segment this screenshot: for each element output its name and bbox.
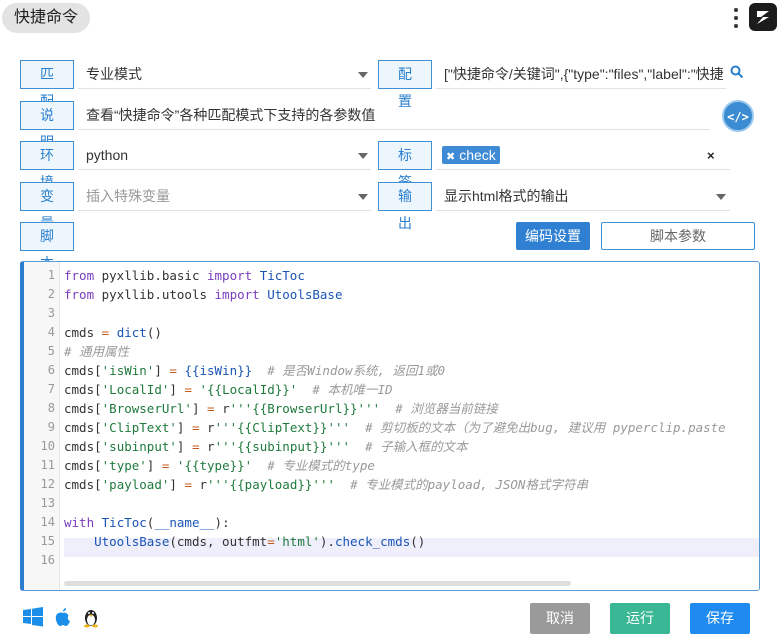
apple-icon[interactable] (52, 606, 74, 628)
line-number: 1 (47, 268, 55, 282)
tag-remove-icon[interactable]: ✖ (446, 151, 455, 163)
clear-tags-icon[interactable]: × (707, 148, 715, 163)
save-button[interactable]: 保存 (690, 603, 750, 634)
line-number: 10 (40, 439, 55, 453)
line-number: 11 (40, 458, 55, 472)
line-number: 9 (47, 420, 55, 434)
description-input[interactable]: 查看“快捷命令”各种匹配模式下支持的各参数值 (78, 101, 710, 130)
line-number: 5 (47, 344, 55, 358)
line-number: 15 (40, 534, 55, 548)
description-label: 说 明 (20, 101, 74, 150)
line-number: 2 (47, 287, 55, 301)
tag-chip-label: check (459, 147, 496, 163)
tags-label: 标 签 (378, 141, 432, 190)
code-line[interactable]: UtoolsBase(cmds, outfmt='html').check_cm… (64, 532, 425, 551)
environment-select[interactable]: python (78, 141, 371, 170)
line-number-gutter: 1 2 3 4 5 6 7 8 9 10 11 12 13 14 15 16 (24, 262, 60, 590)
line-number: 12 (40, 477, 55, 491)
line-number: 6 (47, 363, 55, 377)
linux-icon[interactable] (80, 606, 102, 628)
tag-chip[interactable]: ✖ check (442, 146, 500, 164)
code-line[interactable]: cmds['isWin'] = {{isWin}} # 是否Window系统, … (64, 361, 445, 380)
code-line[interactable]: cmds['payload'] = r'''{{payload}}''' # 专… (64, 475, 588, 494)
script-args-button[interactable]: 脚本参数 (601, 222, 755, 250)
line-number: 7 (47, 382, 55, 396)
variables-label: 变 量 (20, 182, 74, 231)
script-label: 脚 本 (20, 222, 74, 271)
match-select[interactable]: 专业模式 (78, 60, 371, 89)
output-dropdown-caret-icon[interactable] (716, 194, 726, 200)
environment-dropdown-caret-icon[interactable] (358, 153, 368, 159)
match-label: 匹 配 (20, 60, 74, 109)
code-line[interactable]: cmds['type'] = '{{type}}' # 专业模式的type (64, 456, 375, 475)
more-options-icon[interactable] (729, 6, 743, 30)
line-number: 8 (47, 401, 55, 415)
config-label: 配 置 (378, 60, 432, 109)
code-line[interactable]: cmds['ClipText'] = r'''{{ClipText}}''' #… (64, 418, 726, 437)
code-line[interactable]: cmds['subinput'] = r'''{{subinput}}''' #… (64, 437, 468, 456)
code-line[interactable]: # 通用属性 (64, 342, 129, 361)
code-line[interactable]: with TicToc(__name__): (64, 513, 230, 532)
code-line[interactable]: from pyxllib.basic import TicToc (64, 266, 305, 285)
config-field[interactable]: ["快捷命令/关键词",{"type":"files","label":"快捷 (436, 60, 726, 89)
line-number: 13 (40, 496, 55, 510)
line-number: 16 (40, 553, 55, 567)
code-line[interactable]: cmds['BrowserUrl'] = r'''{{BrowserUrl}}'… (64, 399, 498, 418)
code-help-icon[interactable]: </> (722, 100, 754, 132)
output-label: 输 出 (378, 182, 432, 231)
environment-label: 环 境 (20, 141, 74, 190)
variables-select[interactable]: 插入特殊变量 (78, 182, 371, 211)
variables-dropdown-caret-icon[interactable] (358, 194, 368, 200)
code-content[interactable]: from pyxllib.basic import TicToc from pyx… (64, 262, 759, 590)
svg-text:</>: </> (727, 110, 749, 124)
code-line[interactable]: cmds['LocalId'] = '{{LocalId}}' # 本机唯一ID (64, 380, 393, 399)
line-number: 3 (47, 306, 55, 320)
code-editor[interactable]: 1 2 3 4 5 6 7 8 9 10 11 12 13 14 15 16 from pyxllib.bas… (20, 261, 760, 591)
windows-icon[interactable] (22, 606, 44, 628)
horizontal-scrollbar[interactable] (64, 581, 571, 586)
encoding-settings-button[interactable]: 编码设置 (516, 222, 590, 250)
code-line[interactable]: from pyxllib.utools import UtoolsBase (64, 285, 342, 304)
app-logo-icon[interactable] (749, 3, 777, 31)
page-title: 快捷命令 (2, 3, 91, 33)
run-button[interactable]: 运行 (610, 603, 670, 634)
line-number: 4 (47, 325, 55, 339)
code-line[interactable]: cmds = dict() (64, 323, 162, 342)
cancel-button[interactable]: 取消 (530, 603, 590, 634)
output-select[interactable]: 显示html格式的输出 (436, 182, 730, 211)
config-search-icon[interactable] (730, 65, 744, 82)
match-dropdown-caret-icon[interactable] (358, 72, 368, 78)
line-number: 14 (40, 515, 55, 529)
